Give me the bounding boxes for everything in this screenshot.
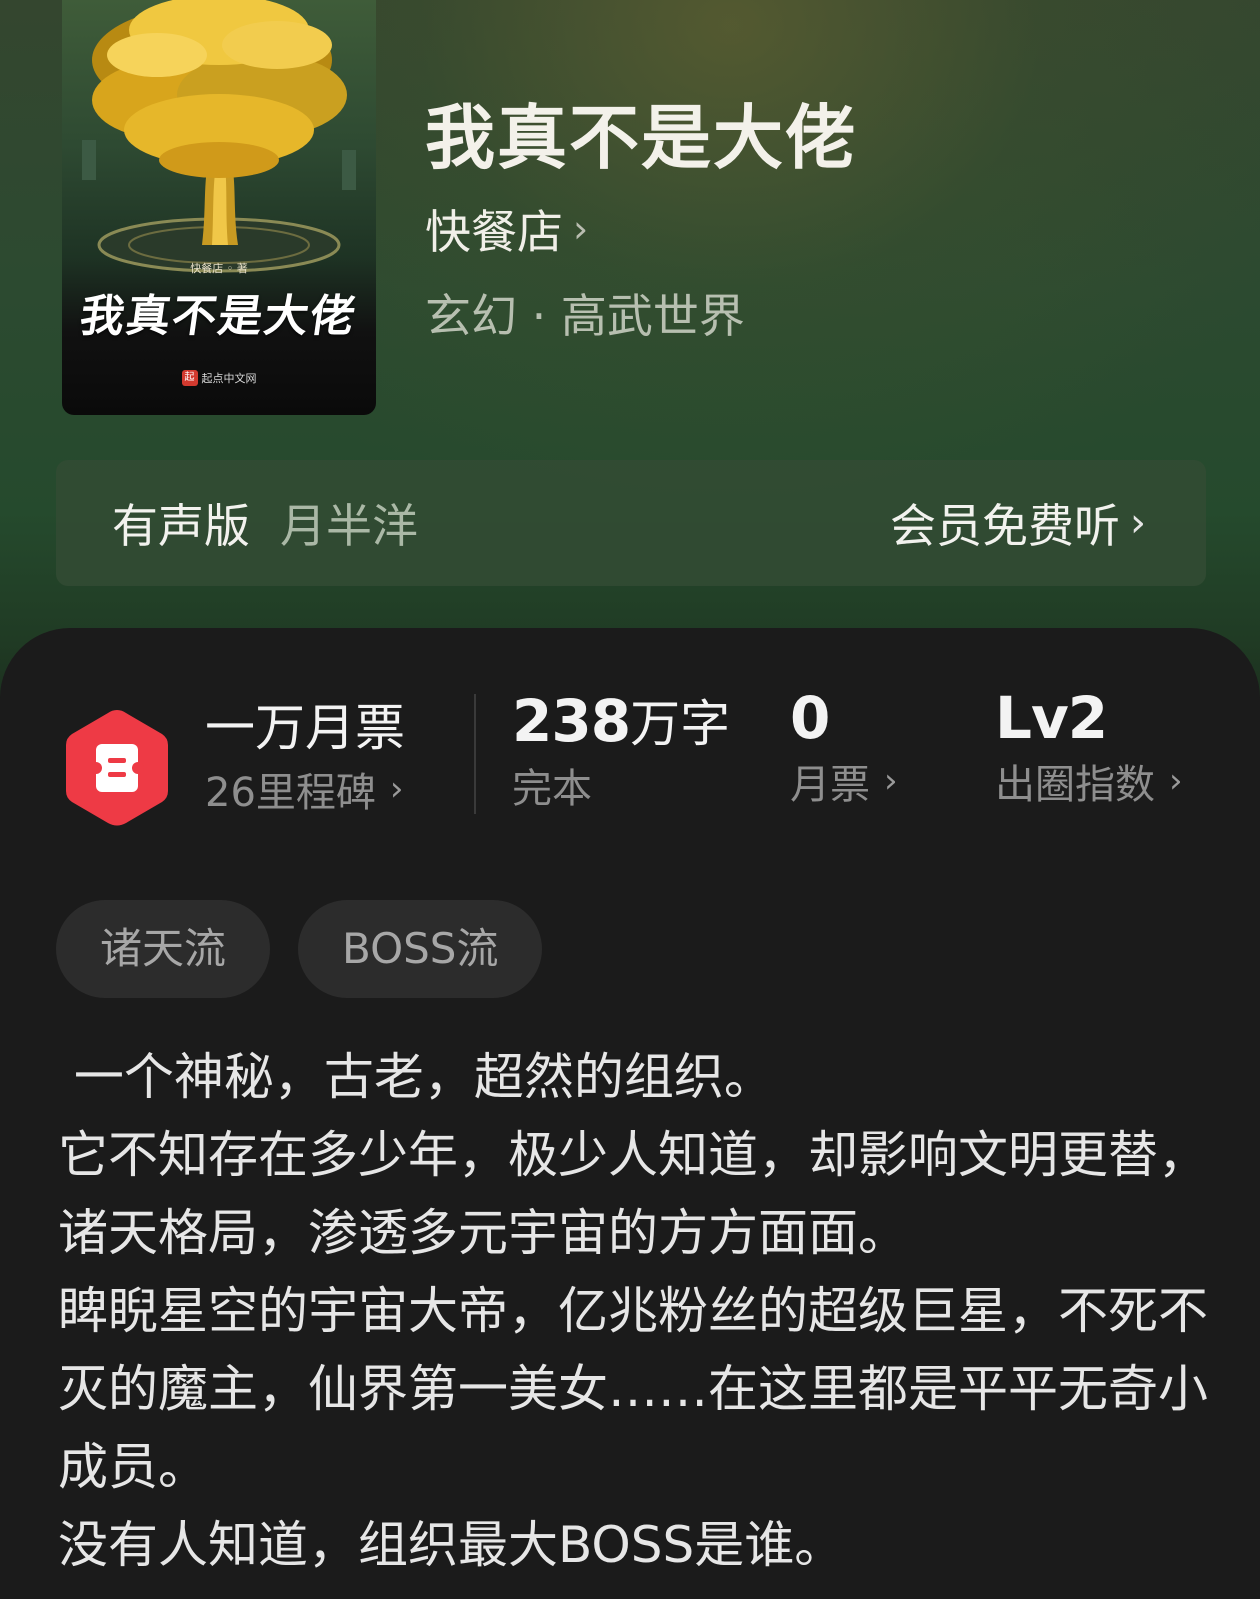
stats-divider [474,694,476,814]
description-paragraph: 一个神秘，古老，超然的组织。 [58,1048,774,1106]
book-description[interactable]: 一个神秘，古老，超然的组织。 它不知存在多少年，极少人知道，却影响文明更替，诸天… [58,1038,1208,1584]
description-paragraph: 睥睨星空的宇宙大帝，亿兆粉丝的超级巨星，不死不灭的魔主，仙界第一美女……在这里都… [58,1282,1208,1496]
description-paragraph: 没有人知道，组织最大BOSS是谁。 [58,1516,845,1574]
word-count-value: 238 [512,687,631,755]
votes-sub-row: 月票 › [790,752,898,810]
word-count-row: 238万字 [512,684,730,756]
publisher-logo-icon: 起 [181,370,198,386]
popularity-index-label: 出圈指数 [995,762,1155,808]
monthly-votes-stat[interactable]: 0 月票 › [790,684,898,810]
book-detail-page: 快餐店 ◦ 著 我真不是大佬 起 起点中文网 我真不是大佬 快餐店 › 玄幻 ·… [0,0,1260,1599]
book-title: 我真不是大佬 [425,96,857,179]
book-category: 玄幻 · 高武世界 [425,289,745,343]
tag-chip[interactable]: 诸天流 [56,900,271,998]
audio-narrator: 月半洋 [280,499,418,553]
author-name: 快餐店 [425,205,563,259]
listen-free-button[interactable]: 会员免费听 › [890,490,1146,556]
description-paragraph: 它不知存在多少年，极少人知道，却影响文明更替，诸天格局，渗透多元宇宙的方方面面。 [58,1126,1208,1262]
popularity-index-stat[interactable]: Lv2 出圈指数 › [995,684,1183,810]
ticket-milestone[interactable]: 一万月票 26里程碑 › [205,688,405,818]
publisher-name: 起点中文网 [201,372,257,385]
cover-publisher: 起 起点中文网 [62,370,376,386]
popularity-level-value: Lv2 [995,684,1108,752]
chevron-right-icon: › [389,769,404,809]
level-sub-row: 出圈指数 › [995,752,1183,810]
ticket-sub-row: 26里程碑 › [205,760,405,818]
listen-free-label: 会员免费听 [890,499,1120,553]
cover-title: 我真不是大佬 [76,291,360,342]
cover-tree-illustration [82,0,356,273]
stats-row: 一万月票 26里程碑 › 238万字 完本 0 月票 › Lv2 出圈指数 › [0,628,1260,848]
completion-status: 完本 [512,766,592,812]
chevron-right-icon: › [573,207,589,251]
ticket-milestone-label: 26里程碑 [205,770,376,816]
author-link[interactable]: 快餐店 › [425,196,588,262]
monthly-votes-value: 0 [790,684,830,752]
word-count-unit: 万字 [630,695,731,753]
monthly-votes-label: 月票 [790,762,870,808]
level-row: Lv2 [995,684,1183,752]
ticket-title: 一万月票 [205,699,405,757]
tag-chip[interactable]: BOSS流 [298,900,543,998]
book-info-card: 一万月票 26里程碑 › 238万字 完本 0 月票 › Lv2 出圈指数 › … [0,628,1260,1599]
chevron-right-icon: › [1169,761,1183,801]
audio-version-bar[interactable]: 有声版 月半洋 会员免费听 › [56,460,1206,586]
chevron-right-icon: › [1130,500,1146,546]
tag-list: 诸天流 BOSS流 [56,900,543,998]
votes-row: 0 [790,684,898,752]
monthly-ticket-icon[interactable] [62,706,172,830]
book-cover[interactable]: 快餐店 ◦ 著 我真不是大佬 起 起点中文网 [62,0,376,415]
chevron-right-icon: › [884,761,898,801]
word-count-stat: 238万字 完本 [512,684,730,814]
cover-author-line: 快餐店 ◦ 著 [190,262,248,275]
audio-label: 有声版 [112,499,250,553]
status-row: 完本 [512,756,730,814]
